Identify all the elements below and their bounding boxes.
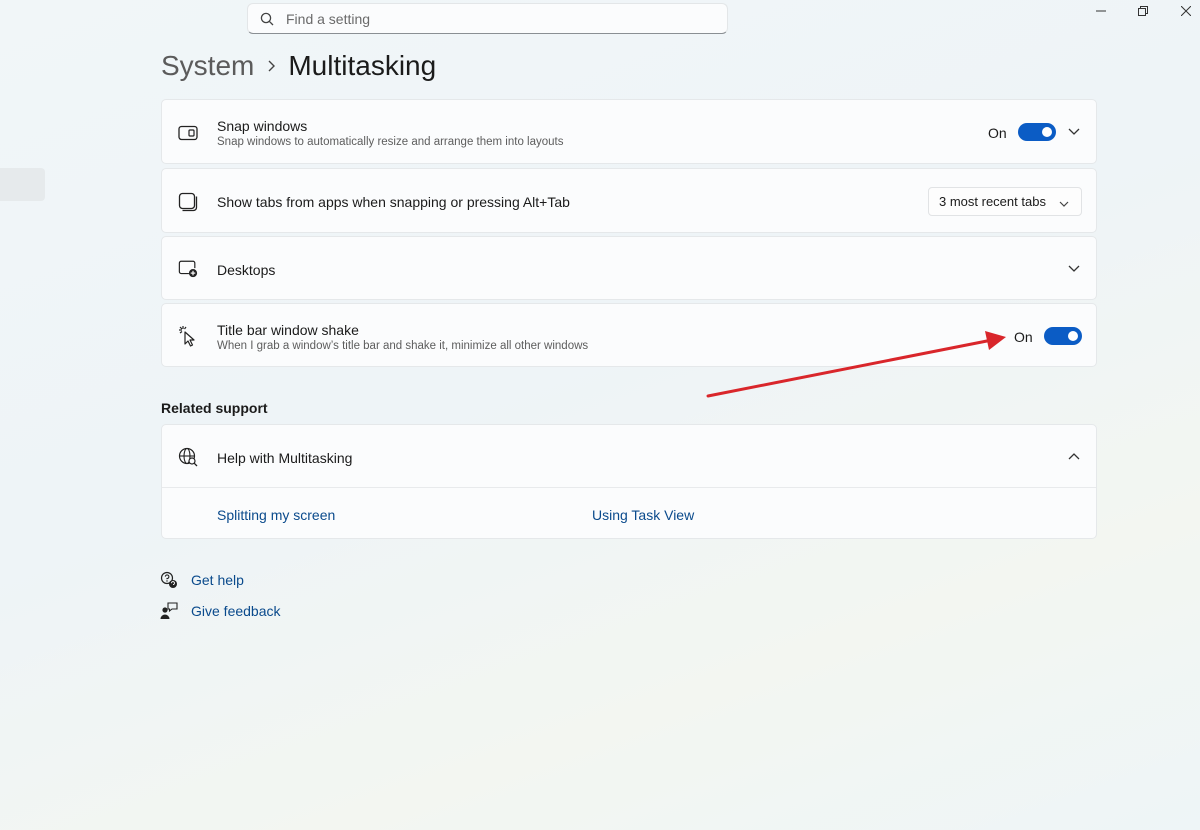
settings-search-box[interactable] [247, 3, 728, 34]
dropdown-value: 3 most recent tabs [939, 194, 1046, 209]
give-feedback-label[interactable]: Give feedback [191, 603, 281, 619]
help-expander[interactable]: Help with Multitasking [162, 425, 1096, 488]
chevron-down-icon[interactable] [1067, 262, 1081, 276]
feedback-person-icon [160, 602, 178, 620]
setting-card-desktops[interactable]: Desktops [161, 236, 1097, 300]
breadcrumb-parent[interactable]: System [161, 50, 254, 82]
shake-cursor-icon [178, 326, 198, 347]
close-button[interactable] [1166, 0, 1200, 22]
search-input[interactable] [286, 10, 686, 27]
help-link-task-view[interactable]: Using Task View [592, 507, 694, 523]
snap-windows-toggle[interactable] [1018, 123, 1056, 141]
tabs-window-icon [178, 192, 198, 212]
chevron-right-icon [268, 60, 276, 72]
help-link-splitting-screen[interactable]: Splitting my screen [217, 507, 335, 523]
setting-title: Snap windows [217, 118, 308, 134]
setting-description: When I grab a window’s title bar and sha… [217, 340, 589, 352]
give-feedback-link[interactable]: Give feedback [160, 602, 281, 620]
setting-card-snap-windows[interactable]: Snap windows Snap windows to automatical… [161, 99, 1097, 164]
toggle-state-label: On [1014, 329, 1033, 345]
search-icon [260, 12, 274, 26]
globe-search-icon [178, 447, 198, 467]
setting-title: Desktops [217, 262, 276, 278]
setting-title: Title bar window shake [217, 322, 359, 338]
alt-tab-dropdown[interactable]: 3 most recent tabs [928, 187, 1082, 216]
setting-card-title-bar-shake: Title bar window shake When I grab a win… [161, 303, 1097, 367]
setting-card-show-tabs: Show tabs from apps when snapping or pre… [161, 168, 1097, 233]
chevron-up-icon[interactable] [1067, 449, 1081, 463]
toggle-state-label: On [988, 125, 1007, 141]
breadcrumb: System Multitasking [161, 46, 436, 86]
setting-title: Show tabs from apps when snapping or pre… [217, 194, 570, 210]
minimize-button[interactable] [1081, 0, 1121, 22]
setting-description: Snap windows to automatically resize and… [217, 136, 564, 148]
restore-icon [1138, 6, 1148, 16]
close-icon [1181, 6, 1191, 16]
help-chat-icon [160, 571, 178, 589]
chevron-down-icon[interactable] [1067, 125, 1081, 139]
get-help-label[interactable]: Get help [191, 572, 244, 588]
page-title: Multitasking [288, 50, 437, 81]
title-bar-shake-toggle[interactable] [1044, 327, 1082, 345]
restore-button[interactable] [1123, 0, 1163, 22]
chevron-down-icon [1059, 196, 1069, 211]
snap-window-icon [178, 123, 198, 143]
help-title: Help with Multitasking [217, 450, 353, 466]
help-card: Help with Multitasking Splitting my scre… [161, 424, 1097, 539]
sidebar-selected-item[interactable] [0, 168, 45, 201]
add-desktop-icon [178, 259, 198, 279]
minimize-icon [1096, 10, 1106, 12]
divider [162, 487, 1096, 488]
related-support-heading: Related support [161, 400, 268, 416]
get-help-link[interactable]: Get help [160, 571, 244, 589]
